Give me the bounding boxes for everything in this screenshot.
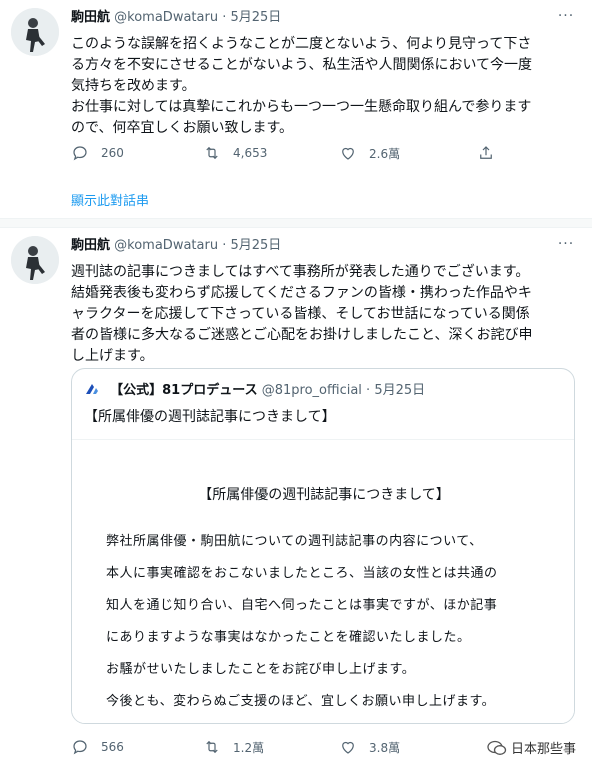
statement-line: お騒がせいたしましたことをお詫び申し上げます。: [106, 662, 416, 677]
reply-button[interactable]: 260: [71, 142, 124, 164]
heart-icon: [342, 741, 354, 754]
show-thread-link[interactable]: 顯示此對話串: [71, 190, 149, 209]
watermark: 日本那些事: [487, 738, 576, 757]
separator-dot: ·: [222, 10, 227, 25]
tweet-text: 週刊誌の記事につきましてはすべて事務所が発表した通りでございます。 結婚発表後も…: [71, 262, 571, 367]
author-handle[interactable]: @komaDwataru: [114, 10, 218, 25]
quoted-author-name[interactable]: 【公式】81プロデュース: [110, 383, 257, 398]
statement-line: にありますような事実はなかったことを確認いたしました。: [106, 630, 471, 645]
author-name[interactable]: 駒田航: [71, 238, 110, 253]
watermark-text: 日本那些事: [510, 742, 576, 757]
statement-line: 知人を通じ知り合い、自宅へ伺ったことは事実ですが、ほか記事: [106, 598, 498, 613]
tweet-line: このような誤解を招くようなことが二度とないよう、何より見守って下さ: [71, 36, 532, 52]
tweet-header: 駒田航 @komaDwataru · 5月25日: [71, 236, 552, 256]
share-icon: [480, 146, 492, 159]
brand-logo-icon: [86, 384, 98, 394]
avatar-figure-icon: [11, 236, 59, 284]
share-button[interactable]: [477, 142, 495, 164]
quoted-tweet[interactable]: 【公式】81プロデュース @81pro_official · 5月25日 【所属…: [71, 368, 575, 724]
tweet-actions: 566 1.2萬 3.8萬: [71, 736, 511, 758]
quoted-author-handle[interactable]: @81pro_official: [262, 383, 362, 398]
statement-line: 弊社所属俳優・駒田航についての週刊誌記事の内容について、: [106, 534, 483, 549]
avatar[interactable]: [11, 236, 59, 284]
retweet-button[interactable]: 1.2萬: [203, 736, 264, 758]
heart-icon: [342, 147, 354, 160]
tweet-line: し上げます。: [71, 348, 154, 364]
avatar-figure-icon: [11, 8, 59, 56]
quoted-statement-image[interactable]: 【所属俳優の週刊誌記事につきまして】 弊社所属俳優・駒田航についての週刊誌記事の…: [72, 439, 574, 723]
author-handle[interactable]: @komaDwataru: [114, 238, 218, 253]
tweet-date[interactable]: 5月25日: [230, 238, 281, 253]
tweet-date[interactable]: 5月25日: [230, 10, 281, 25]
reply-icon: [73, 146, 87, 161]
like-count: 2.6萬: [369, 146, 401, 161]
tweet-line: 気持ちを改めます。: [71, 78, 196, 94]
more-options-icon[interactable]: ···: [554, 6, 578, 26]
reply-count: 260: [101, 146, 124, 160]
tweet-2[interactable]: 駒田航 @komaDwataru · 5月25日 ··· 週刊誌の記事につきまし…: [0, 228, 592, 770]
tweet-1[interactable]: 駒田航 @komaDwataru · 5月25日 ··· このような誤解を招くよ…: [0, 0, 592, 218]
like-button[interactable]: 3.8萬: [339, 736, 400, 758]
tweet-separator: [0, 218, 592, 228]
tweet-header: 駒田航 @komaDwataru · 5月25日: [71, 8, 552, 28]
statement-line: 今後とも、変わらぬご支援のほど、宜しくお願い申し上げます。: [106, 694, 496, 709]
quoted-tweet-date: 5月25日: [374, 383, 426, 398]
retweet-count: 1.2萬: [233, 740, 265, 755]
author-name[interactable]: 駒田航: [71, 10, 110, 25]
retweet-count: 4,653: [233, 146, 268, 160]
statement-title: 【所属俳優の週刊誌記事につきまして】: [198, 487, 450, 503]
statement-body: 弊社所属俳優・駒田航についての週刊誌記事の内容について、 本人に事実確認をおこな…: [106, 526, 498, 718]
like-button[interactable]: 2.6萬: [339, 142, 400, 164]
reply-icon: [73, 740, 87, 755]
reply-count: 566: [101, 740, 124, 754]
quoted-tweet-header: 【公式】81プロデュース @81pro_official · 5月25日: [84, 381, 425, 400]
tweet-line: る方々を不安にさせることがないよう、私生活や人間関係において今一度: [71, 57, 533, 73]
wechat-icon: [487, 740, 507, 755]
more-options-icon[interactable]: ···: [554, 234, 578, 254]
retweet-button[interactable]: 4,653: [203, 142, 267, 164]
tweet-line: 結婚発表後も変わらず応援してくださるファンの皆様・携わった作品やキ: [71, 285, 532, 301]
tweet-line: ャラクターを応援して下さっている皆様、そしてお世話になっている関係: [71, 306, 530, 322]
statement-line: 本人に事実確認をおこないましたところ、当該の女性とは共通の: [106, 566, 498, 581]
avatar[interactable]: [11, 8, 59, 56]
quoted-tweet-text: 【所属俳優の週刊誌記事につきまして】: [84, 409, 336, 425]
separator-dot: ·: [366, 383, 371, 398]
separator-dot: ·: [222, 238, 227, 253]
tweet-line: お仕事に対しては真摯にこれからも一つ一つ一生懸命取り組んで参ります: [71, 99, 532, 115]
retweet-icon: [206, 740, 218, 754]
like-count: 3.8萬: [369, 740, 401, 755]
tweet-line: ので、何卒宜しくお願い致します。: [71, 120, 294, 136]
tweet-actions: 260 4,653 2.6萬: [71, 142, 511, 164]
tweet-line: 週刊誌の記事につきましてはすべて事務所が発表した通りでございます。: [71, 264, 530, 280]
tweet-line: 者の皆様に多大なるご迷惑とご心配をお掛けしましたこと、深くお詫び申: [71, 327, 533, 343]
tweet-text: このような誤解を招くようなことが二度とないよう、何より見守って下さ る方々を不安…: [71, 34, 571, 139]
reply-button[interactable]: 566: [71, 736, 124, 758]
retweet-icon: [206, 146, 218, 160]
